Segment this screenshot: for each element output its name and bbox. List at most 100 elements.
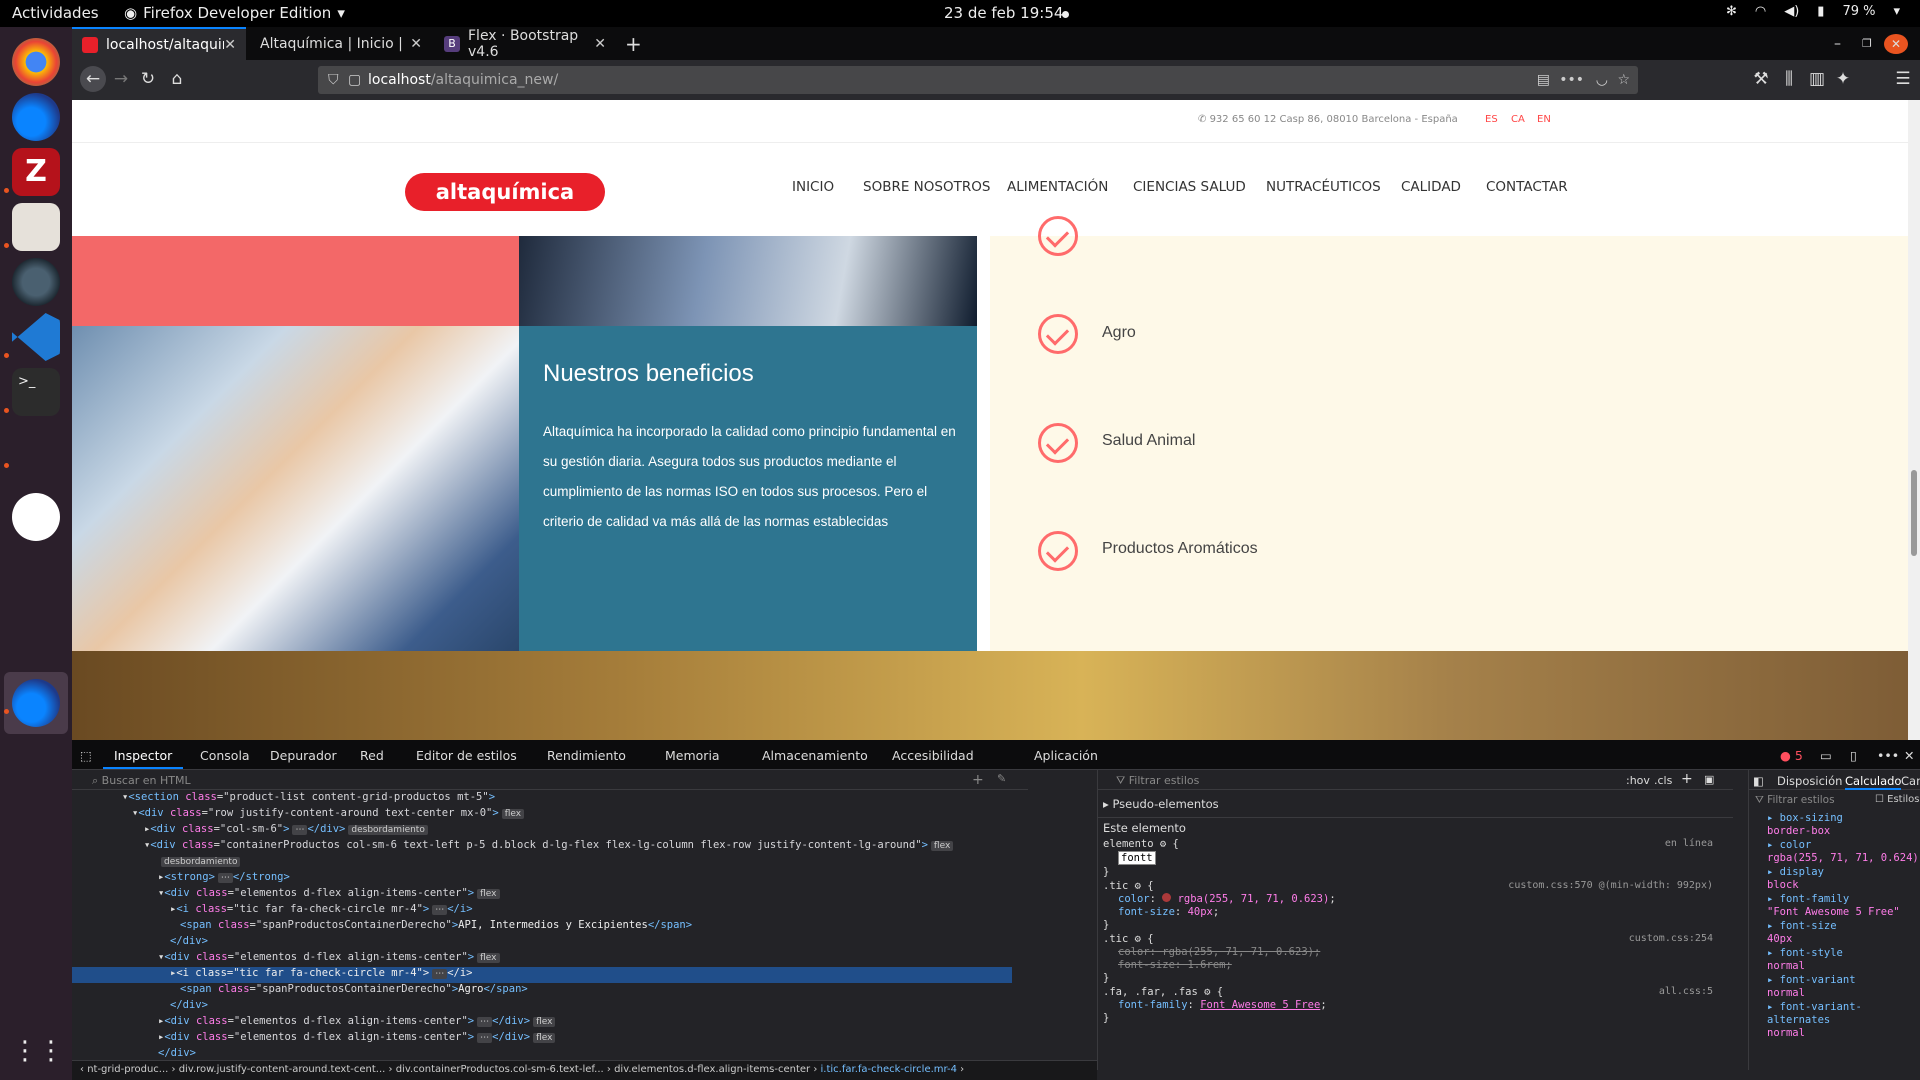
library-icon[interactable]: ⫼ xyxy=(1778,69,1800,89)
forward-button[interactable]: → xyxy=(110,69,132,89)
breadcrumb-item[interactable]: div.elementos.d-flex.align-items-center xyxy=(614,1064,810,1075)
dom-node[interactable]: <span class="spanProductosContainerDerec… xyxy=(72,919,1012,935)
add-rule-icon[interactable]: + xyxy=(1681,771,1693,787)
tab-altaquimica-inicio[interactable]: Altaquímica | Inicio | Distribu ✕ xyxy=(250,27,432,60)
tab-rendimiento[interactable]: Rendimiento xyxy=(547,748,626,763)
tab-consola[interactable]: Consola xyxy=(200,748,250,763)
responsive-icon[interactable]: ▭ xyxy=(1820,748,1832,763)
extension-icon[interactable]: ✦ xyxy=(1832,69,1854,89)
dom-node[interactable]: ▾<div class="containerProductos col-sm-6… xyxy=(72,839,1012,855)
inline-style-editor[interactable]: fontt xyxy=(1118,851,1156,865)
computed-prop[interactable]: ▸ font-size 40px xyxy=(1767,920,1837,946)
pick-element-icon[interactable]: ⬚ xyxy=(80,748,92,763)
dom-node[interactable]: </div> xyxy=(72,999,1012,1015)
tab-memoria[interactable]: Memoria xyxy=(665,748,720,763)
rule-element[interactable]: elemento ⚙ {en línea xyxy=(1103,838,1723,850)
page-actions-icon[interactable]: ••• xyxy=(1559,72,1584,88)
cls-button[interactable]: .cls xyxy=(1654,774,1672,787)
activities-button[interactable]: Actividades xyxy=(12,4,99,22)
eyedropper-icon[interactable]: ✎ xyxy=(997,772,1006,785)
decl-font-size[interactable]: font-size: 40px; xyxy=(1118,906,1219,918)
filezilla-icon[interactable]: Z xyxy=(12,148,60,196)
menu-icon[interactable]: ☰ xyxy=(1892,69,1914,89)
computed-prop[interactable]: ▸ font-family "Font Awesome 5 Free" xyxy=(1767,893,1900,919)
pseudo-elements-toggle[interactable]: ▸ Pseudo-elementos xyxy=(1103,797,1219,811)
nav-ciencias-salud[interactable]: CIENCIAS SALUD xyxy=(1133,179,1246,195)
computed-prop[interactable]: ▸ font-style normal xyxy=(1767,947,1843,973)
terminal-icon[interactable]: >_ xyxy=(12,368,60,416)
tab-altaquimica-local[interactable]: localhost/altaquimica_n ✕ xyxy=(72,27,246,60)
rule-tic[interactable]: .tic ⚙ {custom.css:254 xyxy=(1103,933,1723,945)
styles-filter[interactable]: ⛛ Filtrar estilos :hov .cls + ▣ xyxy=(1098,770,1733,790)
toggle-pane-icon[interactable]: ◧ xyxy=(1753,774,1764,788)
vscode-icon[interactable] xyxy=(12,313,60,361)
devtools-wrench-icon[interactable]: ⚒ xyxy=(1750,69,1772,89)
more-options-icon[interactable]: ••• xyxy=(1877,748,1899,763)
restore-button[interactable]: ❐ xyxy=(1852,27,1876,60)
tab-disposicion[interactable]: Disposición xyxy=(1777,774,1842,788)
chrome-icon[interactable] xyxy=(12,38,60,86)
breadcrumb-item[interactable]: nt-grid-produc... xyxy=(87,1064,168,1075)
close-icon[interactable]: ✕ xyxy=(594,36,606,52)
tab-inspector[interactable]: Inspector xyxy=(114,748,172,763)
back-button[interactable]: ← xyxy=(80,66,106,92)
html-search[interactable]: ⌕ Buscar en HTML + ✎ xyxy=(72,770,1028,790)
tab-red[interactable]: Red xyxy=(360,748,384,763)
home-button[interactable]: ⌂ xyxy=(166,69,188,89)
files-icon[interactable] xyxy=(12,203,60,251)
nav-nutraceuticos[interactable]: NUTRACÉUTICOS xyxy=(1266,179,1381,195)
dom-node[interactable]: ▾<div class="elementos d-flex align-item… xyxy=(72,887,1012,903)
site-logo[interactable]: altaquímica xyxy=(405,173,605,211)
close-devtools-icon[interactable]: ✕ xyxy=(1904,748,1914,763)
reload-button[interactable]: ↻ xyxy=(137,69,159,89)
decl-overridden-color[interactable]: color: rgba(255, 71, 71, 0.623); xyxy=(1118,946,1320,958)
decl-color[interactable]: color: rgba(255, 71, 71, 0.623); xyxy=(1118,893,1336,905)
new-tab-button[interactable]: + xyxy=(615,27,645,60)
dom-node[interactable]: desbordamiento xyxy=(72,855,1012,871)
scroll-thumb[interactable] xyxy=(1911,470,1917,556)
lang-en[interactable]: EN xyxy=(1537,114,1551,125)
close-icon[interactable]: ✕ xyxy=(410,36,422,52)
rule-fa[interactable]: .fa, .far, .fas ⚙ {all.css:5 xyxy=(1103,986,1723,998)
app-menu[interactable]: ◉ Firefox Developer Edition ▾ xyxy=(124,4,345,22)
breadcrumb-forward-icon[interactable]: › xyxy=(960,1064,964,1075)
decl-overridden-font-size[interactable]: font-size: 1.6rem; xyxy=(1118,959,1232,971)
tab-almacenamiento[interactable]: Almacenamiento xyxy=(762,748,868,763)
nav-inicio[interactable]: INICIO xyxy=(792,179,834,195)
nav-calidad[interactable]: CALIDAD xyxy=(1401,179,1461,195)
breadcrumb-item[interactable]: div.row.justify-content-around.text-cent… xyxy=(179,1064,386,1075)
dom-node[interactable]: ▸<div class="col-sm-6"> ⋯ </div> desbordami… xyxy=(72,823,1012,839)
breadcrumb-item[interactable]: div.containerProductos.col-sm-6.text-lef… xyxy=(396,1064,604,1075)
nav-contactar[interactable]: CONTACTAR xyxy=(1486,179,1568,195)
page-scrollbar[interactable] xyxy=(1908,100,1920,740)
hov-button[interactable]: :hov xyxy=(1626,774,1650,787)
dom-node[interactable]: ▸<i class="tic far fa-check-circle mr-4"… xyxy=(72,903,1012,919)
dom-node-selected[interactable]: ▸<i class="tic far fa-check-circle mr-4"… xyxy=(72,967,1012,983)
error-badge[interactable]: ● 5 xyxy=(1780,748,1803,763)
dock-icon[interactable]: ▯ xyxy=(1850,748,1857,763)
slack-icon[interactable] xyxy=(12,493,60,541)
apps-grid-icon[interactable]: ⋮⋮⋮ xyxy=(12,1027,90,1075)
computed-filter[interactable]: ⛛ Filtrar estilos xyxy=(1755,794,1835,807)
minimize-button[interactable]: – xyxy=(1824,27,1848,60)
computed-prop[interactable]: ▸ font-variant normal xyxy=(1767,974,1856,1000)
add-node-icon[interactable]: + xyxy=(972,772,984,788)
dom-node[interactable]: ▾<div class="row justify-content-around … xyxy=(72,807,1012,823)
tab-cambios[interactable]: Cambi xyxy=(1901,774,1920,788)
browser-styles-checkbox[interactable]: ☐ Estilos de n... xyxy=(1875,794,1920,805)
computed-prop[interactable]: ▸ display block xyxy=(1767,866,1824,892)
clock[interactable]: 23 de feb 19:54 xyxy=(944,4,1063,22)
dom-node[interactable]: ▸<div class="elementos d-flex align-item… xyxy=(72,1031,1012,1047)
color-swatch[interactable] xyxy=(1162,893,1172,902)
dom-node[interactable]: </div> xyxy=(72,935,1012,951)
tab-accesibilidad[interactable]: Accesibilidad xyxy=(892,748,974,763)
bookmark-star-icon[interactable]: ☆ xyxy=(1617,72,1630,88)
flex-badge[interactable]: flex xyxy=(501,809,525,819)
system-tray[interactable]: ✻ ◠ ◀) ▮ 79 % ▾ xyxy=(1726,4,1900,19)
tab-depurador[interactable]: Depurador xyxy=(270,748,337,763)
window-close-button[interactable]: ✕ xyxy=(1884,34,1908,54)
nav-alimentacion[interactable]: ALIMENTACIÓN xyxy=(1007,179,1108,195)
breadcrumb-item-selected[interactable]: i.tic.far.fa-check-circle.mr-4 xyxy=(821,1064,957,1075)
dom-node[interactable]: ▸<strong> ⋯ </strong> xyxy=(72,871,1012,887)
dom-node[interactable]: ▸<div class="elementos d-flex align-item… xyxy=(72,1015,1012,1031)
